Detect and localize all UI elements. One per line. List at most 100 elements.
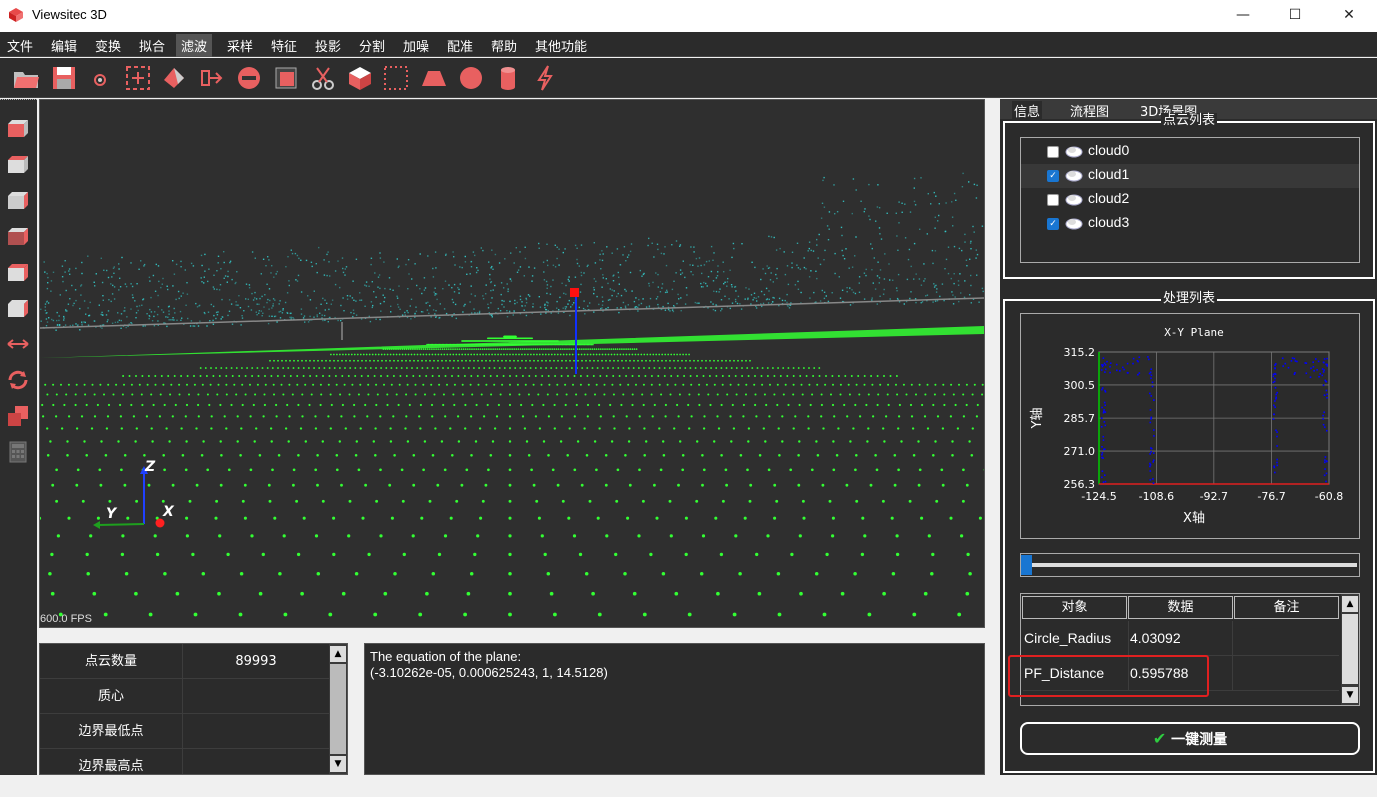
menu-projection[interactable]: 投影 xyxy=(312,36,344,55)
add-box-icon[interactable] xyxy=(124,64,152,92)
open-folder-icon[interactable] xyxy=(12,64,40,92)
y-tick-label: 315.2 xyxy=(1064,346,1096,359)
scatter-point xyxy=(1103,448,1105,451)
menu-noise[interactable]: 加噪 xyxy=(400,36,432,55)
point-icon[interactable] xyxy=(86,64,114,92)
menu-transform[interactable]: 变换 xyxy=(92,36,124,55)
sphere-icon[interactable] xyxy=(457,64,485,92)
scatter-point xyxy=(1274,373,1277,375)
menu-file[interactable]: 文件 xyxy=(4,36,36,55)
scatter-point xyxy=(1312,366,1315,368)
slider-handle[interactable] xyxy=(1021,555,1032,575)
view-top-icon[interactable] xyxy=(6,260,30,284)
cloud-checkbox[interactable]: ✓ xyxy=(1047,170,1059,182)
scatter-point xyxy=(1323,426,1326,428)
scatter-point xyxy=(1151,381,1154,384)
axis-y-label: Y xyxy=(106,506,118,522)
scatter-point xyxy=(1104,474,1106,476)
scatter-point xyxy=(1149,470,1152,472)
menu-edit[interactable]: 编辑 xyxy=(48,36,80,55)
cloud-item[interactable]: ✓ cloud1 xyxy=(1021,164,1359,188)
cloud-list-group: 点云列表 cloud0 ✓ cloud1 cloud2 ✓ cloud3 xyxy=(1003,113,1375,279)
column-header-data[interactable]: 数据 xyxy=(1128,596,1233,619)
scatter-point xyxy=(1319,373,1321,375)
cloud-checkbox[interactable] xyxy=(1047,194,1059,206)
scatter-point xyxy=(1103,409,1105,411)
cloud-item[interactable]: cloud2 xyxy=(1021,188,1359,212)
menu-filter[interactable]: 滤波 xyxy=(176,34,213,57)
scatter-point xyxy=(1326,393,1328,396)
cylinder-icon[interactable] xyxy=(494,64,522,92)
view-right-icon[interactable] xyxy=(6,224,30,248)
x-tick-label: -76.7 xyxy=(1257,490,1285,503)
scatter-point xyxy=(1321,374,1324,377)
cloud-item[interactable]: ✓ cloud3 xyxy=(1021,212,1359,236)
menu-other[interactable]: 其他功能 xyxy=(532,36,590,55)
scatter-point xyxy=(1104,404,1106,407)
y-tick-label: 271.0 xyxy=(1064,445,1096,458)
cloud-icon xyxy=(1065,170,1083,182)
cell-note xyxy=(1233,621,1339,656)
scroll-up-arrow-icon[interactable]: ▲ xyxy=(330,646,346,662)
properties-scrollbar[interactable]: ▲ ▼ xyxy=(329,644,347,774)
x-tick-label: -92.7 xyxy=(1200,490,1228,503)
measure-button-label: 一键测量 xyxy=(1171,732,1228,748)
frame-icon[interactable] xyxy=(272,64,300,92)
scissors-icon[interactable] xyxy=(309,64,337,92)
3d-viewport[interactable]: Z Y X 600.0 FPS xyxy=(39,99,985,628)
scatter-point xyxy=(1109,371,1111,374)
ground-plane-points xyxy=(40,326,984,617)
trapezoid-icon[interactable] xyxy=(420,64,448,92)
selection-rect-icon[interactable] xyxy=(382,64,410,92)
scatter-point xyxy=(1101,388,1103,391)
process-slider[interactable] xyxy=(1020,553,1360,577)
view-front-icon[interactable] xyxy=(6,116,30,140)
save-icon[interactable] xyxy=(50,64,78,92)
cube-icon[interactable] xyxy=(346,64,374,92)
menu-feature[interactable]: 特征 xyxy=(268,36,300,55)
calculator-icon[interactable] xyxy=(6,440,30,464)
scatter-point xyxy=(1273,465,1275,468)
view-bottom-icon[interactable] xyxy=(6,296,30,320)
process-list-group: 处理列表 -124.5 -108.6 -92.7 -76.7 -60.8 315.2 300… xyxy=(1003,291,1375,773)
chart-svg: -124.5 -108.6 -92.7 -76.7 -60.8 315.2 300.5 285… xyxy=(1030,326,1343,526)
scatter-point xyxy=(1132,362,1134,365)
scatter-point xyxy=(1122,366,1124,369)
paint-icon[interactable] xyxy=(160,64,188,92)
menu-help[interactable]: 帮助 xyxy=(488,36,520,55)
layers-icon[interactable] xyxy=(6,404,30,428)
rotate-icon[interactable] xyxy=(6,368,30,392)
close-button[interactable]: ✕ xyxy=(1326,0,1372,30)
minimize-button[interactable]: — xyxy=(1220,0,1266,30)
x-tick-label: -60.8 xyxy=(1315,490,1343,503)
cloud-item[interactable]: cloud0 xyxy=(1021,140,1359,164)
lightning-icon[interactable] xyxy=(531,64,559,92)
view-back-icon[interactable] xyxy=(6,152,30,176)
resize-arrows-icon[interactable] xyxy=(6,332,30,356)
scroll-down-arrow-icon[interactable]: ▼ xyxy=(330,756,346,772)
menu-segment[interactable]: 分割 xyxy=(356,36,388,55)
scatter-point xyxy=(1150,374,1153,377)
cloud-checkbox[interactable] xyxy=(1047,146,1059,158)
cloud-name: cloud0 xyxy=(1088,142,1130,158)
scatter-point xyxy=(1101,387,1104,389)
cloud-checkbox[interactable]: ✓ xyxy=(1047,218,1059,230)
scroll-up-arrow-icon[interactable]: ▲ xyxy=(1342,596,1358,612)
scroll-thumb[interactable] xyxy=(1342,614,1358,684)
column-header-note[interactable]: 备注 xyxy=(1234,596,1339,619)
menu-sample[interactable]: 采样 xyxy=(224,36,256,55)
scroll-down-arrow-icon[interactable]: ▼ xyxy=(1342,687,1358,703)
menu-registration[interactable]: 配准 xyxy=(444,36,476,55)
scatter-point xyxy=(1326,363,1328,366)
scatter-point xyxy=(1274,400,1276,402)
one-click-measure-button[interactable]: ✔ 一键测量 xyxy=(1020,722,1360,755)
y-tick-label: 285.7 xyxy=(1064,412,1096,425)
menu-fit[interactable]: 拟合 xyxy=(136,36,168,55)
column-header-object[interactable]: 对象 xyxy=(1022,596,1127,619)
maximize-button[interactable]: ☐ xyxy=(1272,0,1318,30)
view-left-icon[interactable] xyxy=(6,188,30,212)
scroll-thumb[interactable] xyxy=(330,664,346,754)
export-icon[interactable] xyxy=(198,64,226,92)
remove-icon[interactable] xyxy=(235,64,263,92)
table-scrollbar[interactable]: ▲ ▼ xyxy=(1341,594,1359,705)
